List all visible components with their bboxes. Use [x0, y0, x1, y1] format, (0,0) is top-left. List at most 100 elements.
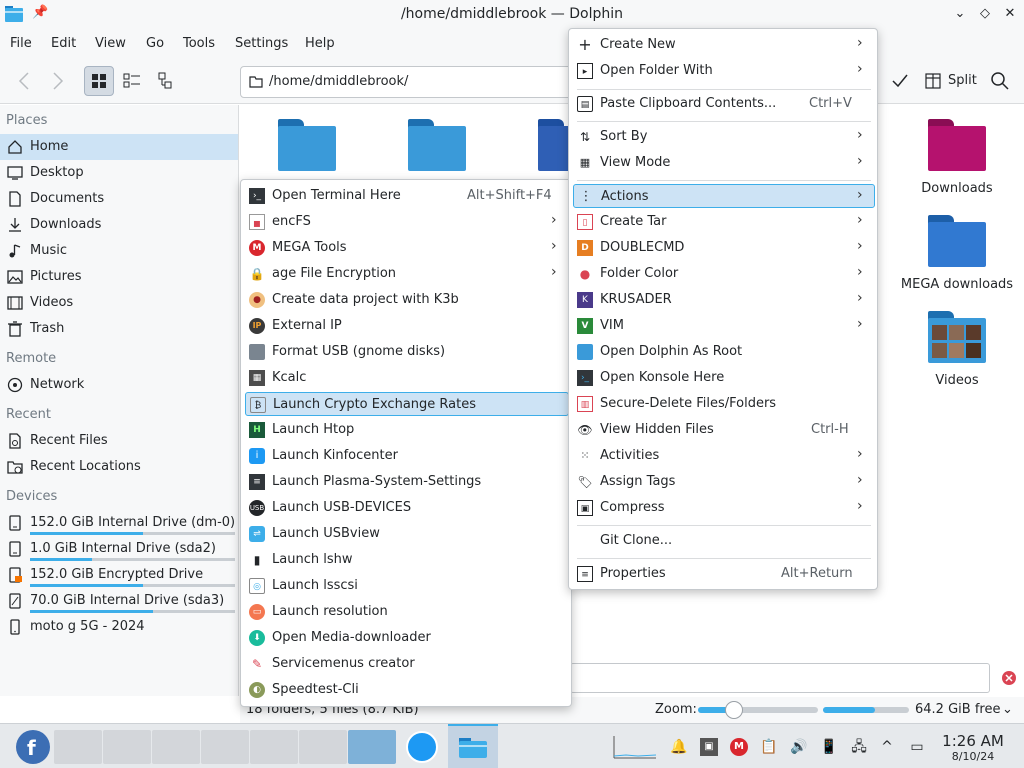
menu-item-create-new[interactable]: + Create New ›	[573, 33, 875, 57]
mega-downloads-folder-icon[interactable]	[928, 215, 986, 267]
icons-view-button[interactable]	[84, 66, 114, 96]
menu-item-plasma-settings[interactable]: ≡ Launch Plasma-System-Settings	[245, 470, 569, 494]
menu-item-age-encryption[interactable]: 🔒 age File Encryption ›	[245, 262, 569, 286]
menu-item-actions[interactable]: ⋮ Actions ›	[573, 184, 875, 208]
menu-item-encfs[interactable]: ▪ encFS ›	[245, 210, 569, 234]
menu-item-kinfocenter[interactable]: i Launch Kinfocenter	[245, 444, 569, 468]
menu-tools[interactable]: Tools	[183, 36, 215, 51]
menu-go[interactable]: Go	[146, 36, 164, 51]
menu-item-vim[interactable]: V VIM ›	[573, 314, 875, 338]
menu-item-secure-delete[interactable]: ▥ Secure-Delete Files/Folders	[573, 392, 875, 416]
system-monitor-graph-icon[interactable]	[612, 734, 658, 760]
folder-item[interactable]	[408, 119, 466, 171]
menu-item-speedtest[interactable]: ◐ Speedtest-Cli	[245, 678, 569, 702]
downloads-folder-icon[interactable]	[928, 119, 986, 171]
menu-item-servicemenus-creator[interactable]: ✎ Servicemenus creator	[245, 652, 569, 676]
show-desktop-icon[interactable]: ▭	[908, 738, 926, 756]
chevron-up-icon[interactable]: ^	[878, 738, 896, 756]
menu-item-lshw[interactable]: ▮ Launch lshw	[245, 548, 569, 572]
clipboard-icon[interactable]: 📋	[760, 738, 778, 756]
sidebar-item-device-sda2[interactable]: 1.0 GiB Internal Drive (sda2)	[0, 536, 238, 562]
menu-item-view-mode[interactable]: ▦ View Mode ›	[573, 151, 875, 175]
sidebar-item-documents[interactable]: Documents	[0, 186, 238, 212]
menu-item-open-folder-with[interactable]: ▸ Open Folder With ›	[573, 59, 875, 83]
sidebar-item-home[interactable]: Home	[0, 134, 238, 160]
menu-item-folder-color[interactable]: ● Folder Color ›	[573, 262, 875, 286]
folder-item[interactable]	[278, 119, 336, 171]
split-button[interactable]: Split	[922, 66, 978, 96]
sidebar-item-pictures[interactable]: Pictures	[0, 264, 238, 290]
sidebar-item-device-encrypted[interactable]: 152.0 GiB Encrypted Drive	[0, 562, 238, 588]
menu-item-krusader[interactable]: K KRUSADER ›	[573, 288, 875, 312]
compact-view-button[interactable]	[117, 66, 147, 96]
menu-item-sort-by[interactable]: ⇅ Sort By ›	[573, 125, 875, 149]
sidebar-item-recent-locations[interactable]: Recent Locations	[0, 454, 238, 480]
zoom-slider-handle[interactable]	[725, 701, 743, 719]
menu-item-assign-tags[interactable]: 🏷 Assign Tags ›	[573, 470, 875, 494]
menu-item-dolphin-root[interactable]: Open Dolphin As Root	[573, 340, 875, 364]
mega-tray-icon[interactable]: M	[730, 738, 748, 756]
minimize-button[interactable]: ⌄	[950, 4, 970, 24]
sidebar-item-music[interactable]: Music	[0, 238, 238, 264]
menu-item-htop[interactable]: H Launch Htop	[245, 418, 569, 442]
menu-item-lsscsi[interactable]: ◎ Launch lsscsi	[245, 574, 569, 598]
virtual-desktop-6[interactable]	[299, 730, 347, 764]
checkmark-icon[interactable]	[890, 71, 910, 91]
videos-folder-label[interactable]: Videos	[906, 373, 1008, 388]
zoom-slider[interactable]	[698, 701, 818, 719]
menu-item-konsole[interactable]: ›_ Open Konsole Here	[573, 366, 875, 390]
menu-item-resolution[interactable]: ▭ Launch resolution	[245, 600, 569, 624]
menu-view[interactable]: View	[95, 36, 126, 51]
forward-icon[interactable]	[46, 70, 68, 92]
location-bar[interactable]: /home/dmiddlebrook/	[240, 66, 580, 98]
close-filter-icon[interactable]	[1002, 671, 1016, 685]
sidebar-item-trash[interactable]: Trash	[0, 316, 238, 342]
virtual-desktop-3[interactable]	[152, 730, 200, 764]
virtual-desktop-5[interactable]	[250, 730, 298, 764]
menu-item-activities[interactable]: ⁙ Activities ›	[573, 444, 875, 468]
sidebar-item-network[interactable]: Network	[0, 372, 238, 398]
sidebar-item-recent-files[interactable]: Recent Files	[0, 428, 238, 454]
fedora-launcher-icon[interactable]: f	[16, 730, 50, 764]
volume-icon[interactable]: 🔊	[790, 738, 808, 756]
sidebar-item-desktop[interactable]: Desktop	[0, 160, 238, 186]
menu-item-kcalc[interactable]: ▦ Kcalc	[245, 366, 569, 390]
menu-item-paste[interactable]: ▤ Paste Clipboard Contents... Ctrl+V	[573, 92, 875, 116]
menu-item-external-ip[interactable]: IP External IP	[245, 314, 569, 338]
sidebar-item-device-phone[interactable]: moto g 5G - 2024	[0, 614, 238, 640]
filter-input[interactable]	[570, 663, 990, 693]
menu-item-doublecmd[interactable]: D DOUBLECMD ›	[573, 236, 875, 260]
maximize-button[interactable]: ◇	[975, 4, 995, 24]
sidebar-item-device-dm0[interactable]: 152.0 GiB Internal Drive (dm-0)	[0, 510, 238, 536]
virtual-desktop-7[interactable]	[348, 730, 396, 764]
sidebar-item-downloads[interactable]: Downloads	[0, 212, 238, 238]
menu-item-usbview[interactable]: ⇌ Launch USBview	[245, 522, 569, 546]
virtual-desktop-4[interactable]	[201, 730, 249, 764]
close-button[interactable]: ✕	[1000, 4, 1020, 24]
menu-help[interactable]: Help	[305, 36, 335, 51]
virtual-desktop-1[interactable]	[54, 730, 102, 764]
details-view-button[interactable]	[151, 66, 181, 96]
videos-folder-icon[interactable]	[928, 311, 986, 363]
taskbar-dolphin-task[interactable]	[448, 724, 498, 768]
virtual-desktop-2[interactable]	[103, 730, 151, 764]
menu-item-mega-tools[interactable]: M MEGA Tools ›	[245, 236, 569, 260]
menu-item-compress[interactable]: ▣ Compress ›	[573, 496, 875, 520]
menu-settings[interactable]: Settings	[235, 36, 288, 51]
menu-item-k3b[interactable]: ● Create data project with K3b	[245, 288, 569, 312]
search-icon[interactable]	[990, 71, 1010, 91]
menu-item-view-hidden[interactable]: 👁 View Hidden Files Ctrl-H	[573, 418, 875, 442]
browser-icon[interactable]	[406, 731, 438, 763]
menu-item-open-terminal[interactable]: ›_ Open Terminal Here Alt+Shift+F4	[245, 184, 569, 208]
menu-item-properties[interactable]: ≡ Properties Alt+Return	[573, 562, 875, 586]
digital-clock[interactable]: 1:26 AM 8/10/24	[938, 732, 1008, 763]
menu-item-media-downloader[interactable]: ⬇ Open Media-downloader	[245, 626, 569, 650]
menu-item-git-clone[interactable]: Git Clone...	[573, 529, 875, 553]
menu-item-crypto-rates[interactable]: ₿ Launch Crypto Exchange Rates	[245, 392, 569, 416]
menu-item-format-usb[interactable]: Format USB (gnome disks)	[245, 340, 569, 364]
network-tray-icon[interactable]: 🖧	[850, 738, 868, 756]
menu-item-usb-devices[interactable]: USB Launch USB-DEVICES	[245, 496, 569, 520]
chevron-down-icon[interactable]: ⌄	[1002, 702, 1013, 717]
screenshot-tool-icon[interactable]: ▣	[700, 738, 718, 756]
sidebar-item-videos[interactable]: Videos	[0, 290, 238, 316]
